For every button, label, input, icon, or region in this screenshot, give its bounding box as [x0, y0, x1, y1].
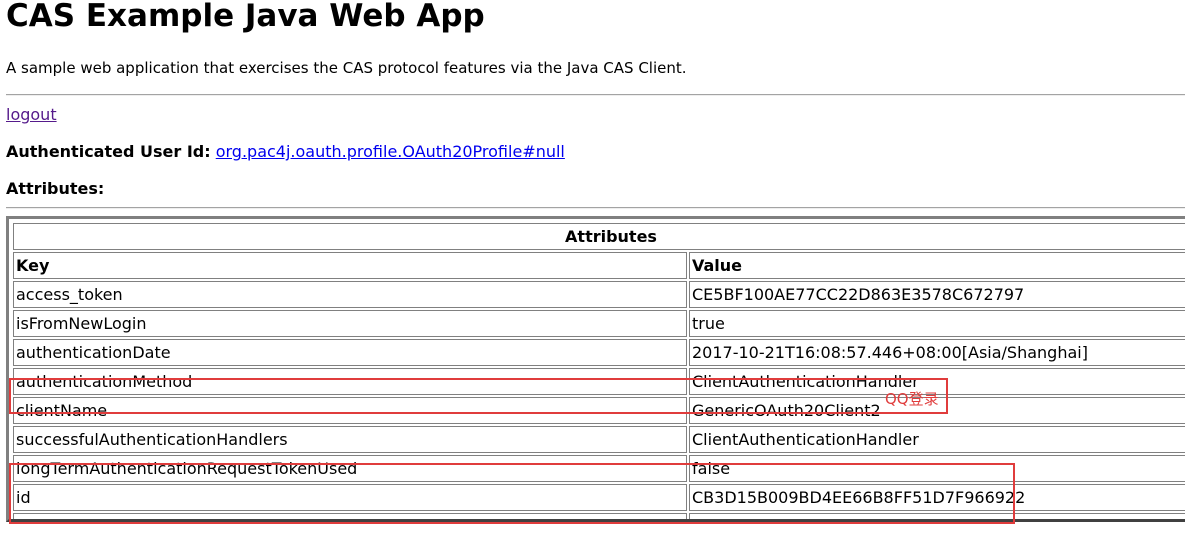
- table-caption-row: Attributes: [13, 223, 1185, 250]
- attribute-value: true: [689, 310, 1185, 337]
- page-subtitle: A sample web application that exercises …: [6, 59, 687, 77]
- attribute-value: CE5BF100AE77CC22D863E3578C672797: [689, 281, 1185, 308]
- annotation-note: QQ登录: [885, 390, 939, 408]
- authenticated-user-line: Authenticated User Id: org.pac4j.oauth.p…: [6, 142, 565, 162]
- table-caption: Attributes: [13, 223, 1185, 250]
- user-id-link[interactable]: org.pac4j.oauth.profile.OAuth20Profile#n…: [216, 142, 565, 161]
- attribute-key: authenticationDate: [13, 339, 687, 366]
- attribute-value: 2017-10-21T16:08:57.446+08:00[Asia/Shang…: [689, 339, 1185, 366]
- user-id-label: Authenticated User Id:: [6, 142, 211, 161]
- attribute-key: access_token: [13, 281, 687, 308]
- attributes-heading: Attributes:: [6, 179, 105, 198]
- table-row: authenticationDate 2017-10-21T16:08:57.4…: [13, 339, 1185, 366]
- divider-attributes: [6, 207, 1185, 209]
- attribute-value: ClientAuthenticationHandler: [689, 426, 1185, 453]
- column-header-value: Value: [689, 252, 1185, 279]
- table-row: isFromNewLogin true: [13, 310, 1185, 337]
- column-header-key: Key: [13, 252, 687, 279]
- attribute-key: isFromNewLogin: [13, 310, 687, 337]
- page-title: CAS Example Java Web App: [6, 0, 485, 34]
- divider-top: [6, 94, 1185, 96]
- highlight-box-client-name: [9, 378, 948, 414]
- attribute-key: successfulAuthenticationHandlers: [13, 426, 687, 453]
- table-row: access_token CE5BF100AE77CC22D863E3578C6…: [13, 281, 1185, 308]
- table-header-row: Key Value: [13, 252, 1185, 279]
- table-row: successfulAuthenticationHandlers ClientA…: [13, 426, 1185, 453]
- logout-link[interactable]: logout: [6, 105, 57, 125]
- highlight-box-id-rows: [9, 463, 1015, 524]
